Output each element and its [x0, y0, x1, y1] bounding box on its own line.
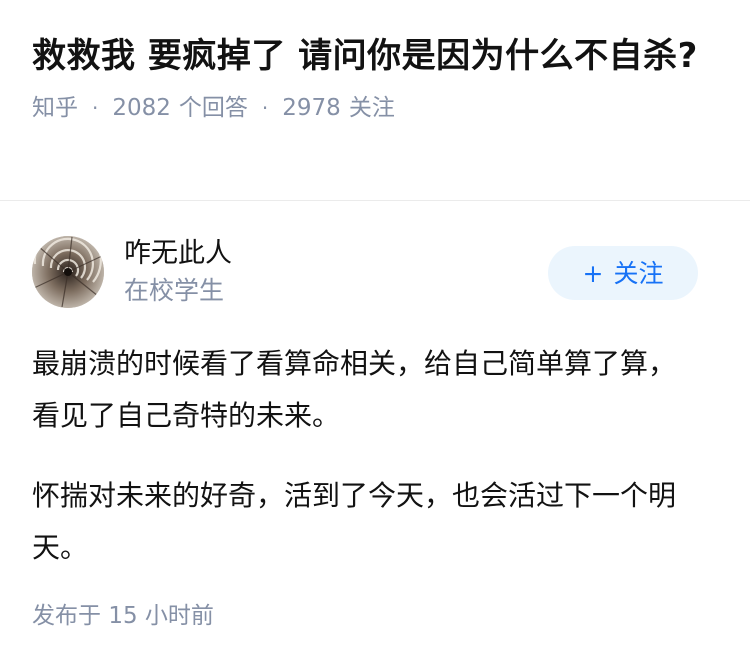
answer-count-label[interactable]: 个回答 — [179, 92, 248, 124]
answer-paragraph: 怀揣对未来的好奇，活到了今天，也会活过下一个明天。 — [32, 479, 677, 564]
published-time[interactable]: 发布于 15 小时前 — [32, 600, 214, 632]
separator-dot-icon: · — [92, 96, 99, 120]
follower-count[interactable]: 2978 — [282, 92, 341, 124]
author-headline: 在校学生 — [124, 276, 225, 305]
answer-paragraph: 最崩溃的时候看了看算命相关，给自己简单算了算，看见了自己奇特的未来。 — [32, 347, 677, 432]
published-value: 15 小时前 — [108, 603, 214, 629]
source-label[interactable]: 知乎 — [32, 92, 78, 124]
author-row: 咋无此人 在校学生 + 关注 — [32, 232, 718, 312]
answer-card: 咋无此人 在校学生 + 关注 最崩溃的时候看了看算命相关，给自己简单算了算，看见了… — [32, 232, 718, 602]
follow-button[interactable]: + 关注 — [548, 246, 698, 300]
plus-icon: + — [582, 259, 604, 288]
author-name[interactable]: 咋无此人 — [124, 236, 232, 272]
separator-dot-icon: · — [261, 96, 269, 120]
published-label: 发布于 — [32, 603, 101, 629]
section-divider — [0, 200, 750, 201]
question-title[interactable]: 救救我 要疯掉了 请问你是因为什么不自杀? — [32, 30, 722, 82]
question-header: 救救我 要疯掉了 请问你是因为什么不自杀? 知乎 · 2082 个回答 · 29… — [32, 30, 722, 124]
avatar[interactable] — [32, 236, 104, 308]
spiral-staircase-avatar-icon — [32, 236, 104, 308]
answer-content[interactable]: 最崩溃的时候看了看算命相关，给自己简单算了算，看见了自己奇特的未来。 怀揣对未来… — [32, 338, 718, 574]
follower-count-label[interactable]: 关注 — [349, 92, 395, 124]
follow-button-label: 关注 — [613, 259, 664, 288]
question-meta: 知乎 · 2082 个回答 · 2978 关注 — [32, 92, 722, 124]
answer-count[interactable]: 2082 — [112, 92, 171, 124]
